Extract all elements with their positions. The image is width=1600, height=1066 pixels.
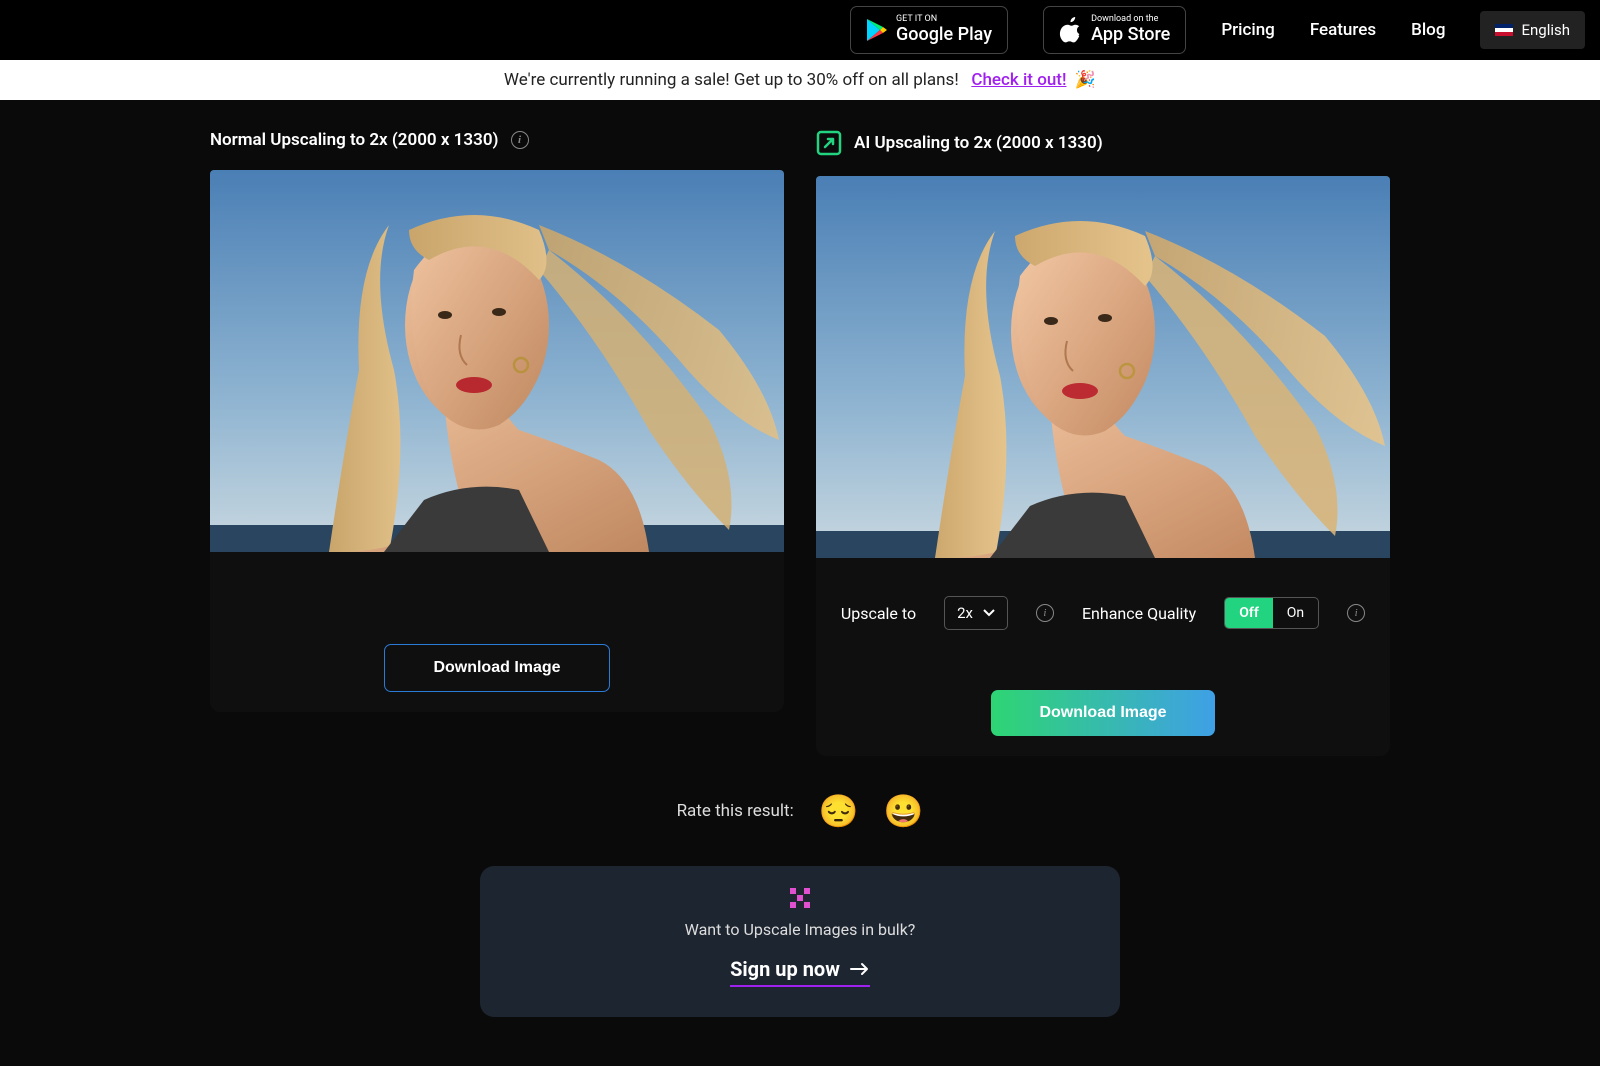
cta-text: Want to Upscale Images in bulk?	[480, 920, 1120, 939]
nav-features[interactable]: Features	[1310, 20, 1376, 40]
enhance-quality-toggle[interactable]: Off On	[1224, 597, 1319, 629]
chevron-down-icon	[983, 609, 995, 617]
google-play-bottom: Google Play	[896, 25, 992, 45]
ai-upscaling-column: AI Upscaling to 2x (2000 x 1330)	[816, 130, 1390, 756]
rate-sad-button[interactable]: 😔	[819, 792, 859, 830]
nav-pricing[interactable]: Pricing	[1221, 20, 1275, 40]
normal-upscaling-title: Normal Upscaling to 2x (2000 x 1330)	[210, 130, 499, 150]
download-normal-button[interactable]: Download Image	[384, 644, 609, 692]
normal-preview-image	[210, 170, 784, 552]
toggle-on[interactable]: On	[1273, 598, 1318, 628]
sale-link[interactable]: Check it out!	[971, 70, 1066, 90]
sale-text: We're currently running a sale! Get up t…	[504, 70, 959, 90]
language-label: English	[1521, 21, 1570, 39]
info-icon[interactable]: i	[511, 131, 529, 149]
bulk-cta-card: Want to Upscale Images in bulk? Sign up …	[480, 866, 1120, 1017]
ai-upscale-icon	[816, 130, 842, 156]
google-play-badge[interactable]: GET IT ON Google Play	[850, 6, 1008, 54]
uk-flag-icon	[1495, 24, 1513, 36]
language-selector[interactable]: English	[1480, 11, 1585, 49]
upscale-factor-value: 2x	[957, 604, 973, 622]
google-play-icon	[866, 18, 888, 42]
arrow-right-icon	[850, 962, 870, 976]
sparkle-icon	[788, 886, 812, 910]
rate-result-row: Rate this result: 😔 😀	[30, 756, 1570, 848]
ai-preview-image	[816, 176, 1390, 558]
app-store-badge[interactable]: Download on the App Store	[1043, 6, 1186, 54]
normal-upscaling-column: Normal Upscaling to 2x (2000 x 1330) i	[210, 130, 784, 756]
app-store-bottom: App Store	[1091, 25, 1170, 45]
ai-upscaling-title: AI Upscaling to 2x (2000 x 1330)	[854, 133, 1103, 153]
party-emoji-icon: 🎉	[1075, 70, 1096, 90]
rate-label: Rate this result:	[677, 801, 794, 821]
nav-blog[interactable]: Blog	[1411, 20, 1445, 40]
info-icon[interactable]: i	[1036, 604, 1054, 622]
info-icon[interactable]: i	[1347, 604, 1365, 622]
enhance-quality-label: Enhance Quality	[1082, 604, 1196, 623]
apple-icon	[1059, 17, 1083, 43]
toggle-off[interactable]: Off	[1225, 598, 1273, 628]
signup-now-link[interactable]: Sign up now	[730, 957, 870, 987]
download-ai-button[interactable]: Download Image	[991, 690, 1214, 736]
top-header: GET IT ON Google Play Download on the Ap…	[0, 0, 1600, 60]
cta-link-label: Sign up now	[730, 957, 840, 981]
sale-banner: We're currently running a sale! Get up t…	[0, 60, 1600, 100]
upscale-to-label: Upscale to	[841, 604, 916, 623]
upscale-factor-dropdown[interactable]: 2x	[944, 596, 1008, 630]
rate-happy-button[interactable]: 😀	[884, 792, 924, 830]
